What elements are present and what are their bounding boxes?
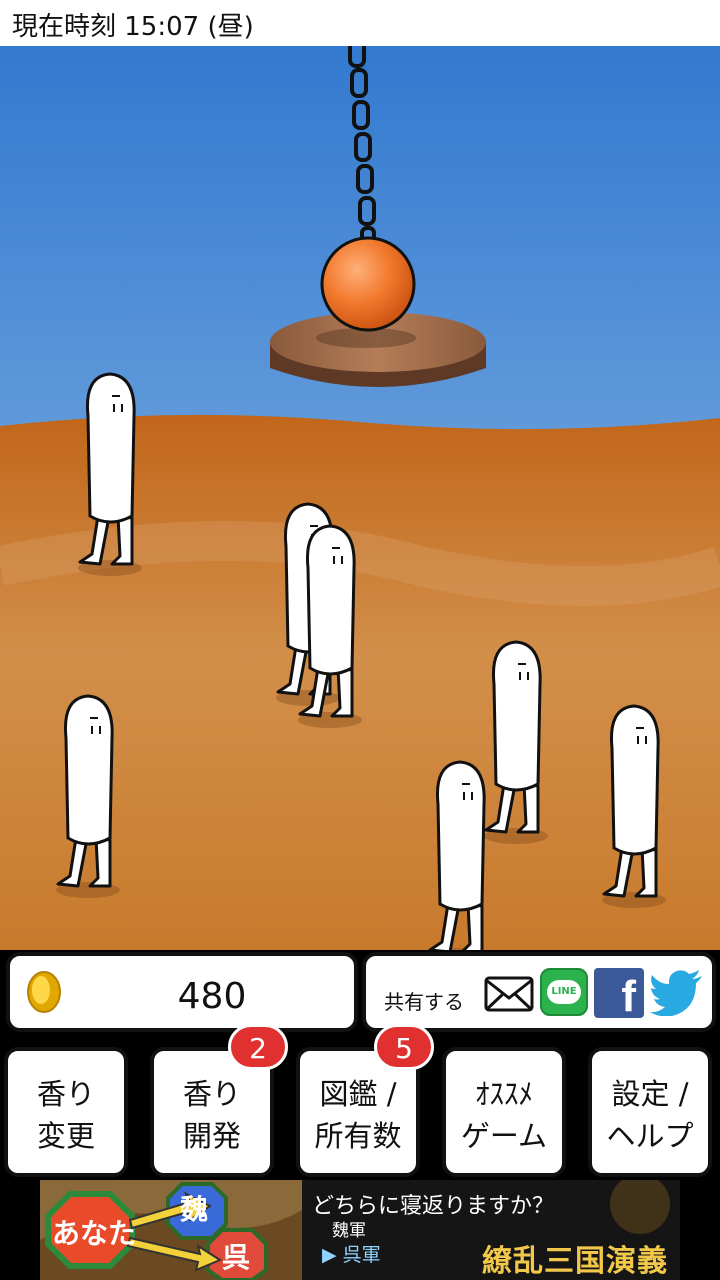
ad-option-wu: ▶ 呉軍 xyxy=(322,1244,381,1266)
change-scent-line1: 香り xyxy=(36,1077,95,1111)
share-label: 共有する xyxy=(384,990,464,1014)
recommended-games-line2: ゲーム xyxy=(460,1119,548,1153)
current-time-text: 現在時刻 15:07 (昼) xyxy=(12,12,254,42)
develop-scent-line1: 香り xyxy=(182,1077,241,1111)
ad-option-wei: 魏軍 xyxy=(332,1221,366,1241)
develop-scent-badge: 2 xyxy=(228,1024,288,1070)
settings-help-line2: ヘルプ xyxy=(606,1119,694,1153)
develop-scent-line2: 開発 xyxy=(182,1119,241,1153)
facebook-letter: f xyxy=(621,972,636,1021)
line-icon-text: LINE xyxy=(547,980,581,1004)
facebook-icon[interactable]: f xyxy=(594,968,644,1021)
ad-logo: 繚乱三国演義 xyxy=(482,1244,668,1279)
change-scent-line2: 変更 xyxy=(36,1119,95,1153)
settings-help-line1: 設定 / xyxy=(611,1077,689,1111)
settings-help-button[interactable]: 設定 / ヘルプ xyxy=(588,1047,712,1177)
encyclopedia-line2: 所有数 xyxy=(314,1119,402,1153)
coin-count: 480 xyxy=(177,976,247,1017)
scene-artwork xyxy=(0,46,720,950)
change-scent-button[interactable]: 香り 変更 xyxy=(4,1047,128,1177)
ad-banner[interactable]: あなた 魏 呉 どちらに寝返りますか？ 魏軍 ▶ 呉軍 繚乱三国演義 xyxy=(40,1180,680,1280)
status-bar: 現在時刻 15:07 (昼) xyxy=(0,0,720,46)
ad-flag-wu: 呉 xyxy=(222,1241,251,1274)
mail-icon[interactable] xyxy=(484,976,534,1012)
recommended-games-button[interactable]: ｵｽｽﾒ ゲーム xyxy=(442,1047,566,1177)
twitter-icon[interactable] xyxy=(650,970,704,1016)
line-icon[interactable]: LINE xyxy=(540,968,588,1016)
coin-counter-panel: 480 xyxy=(6,952,358,1032)
ad-flag-you: あなた xyxy=(52,1217,137,1250)
encyclopedia-line1: 図鑑 / xyxy=(319,1077,397,1111)
recommended-games-line1: ｵｽｽﾒ xyxy=(474,1077,533,1111)
orange-ball xyxy=(320,236,416,332)
ad-flag-wei: 魏 xyxy=(180,1193,209,1226)
share-panel: 共有する LINE f xyxy=(362,952,716,1032)
game-scene[interactable] xyxy=(0,46,720,950)
encyclopedia-badge: 5 xyxy=(374,1024,434,1070)
